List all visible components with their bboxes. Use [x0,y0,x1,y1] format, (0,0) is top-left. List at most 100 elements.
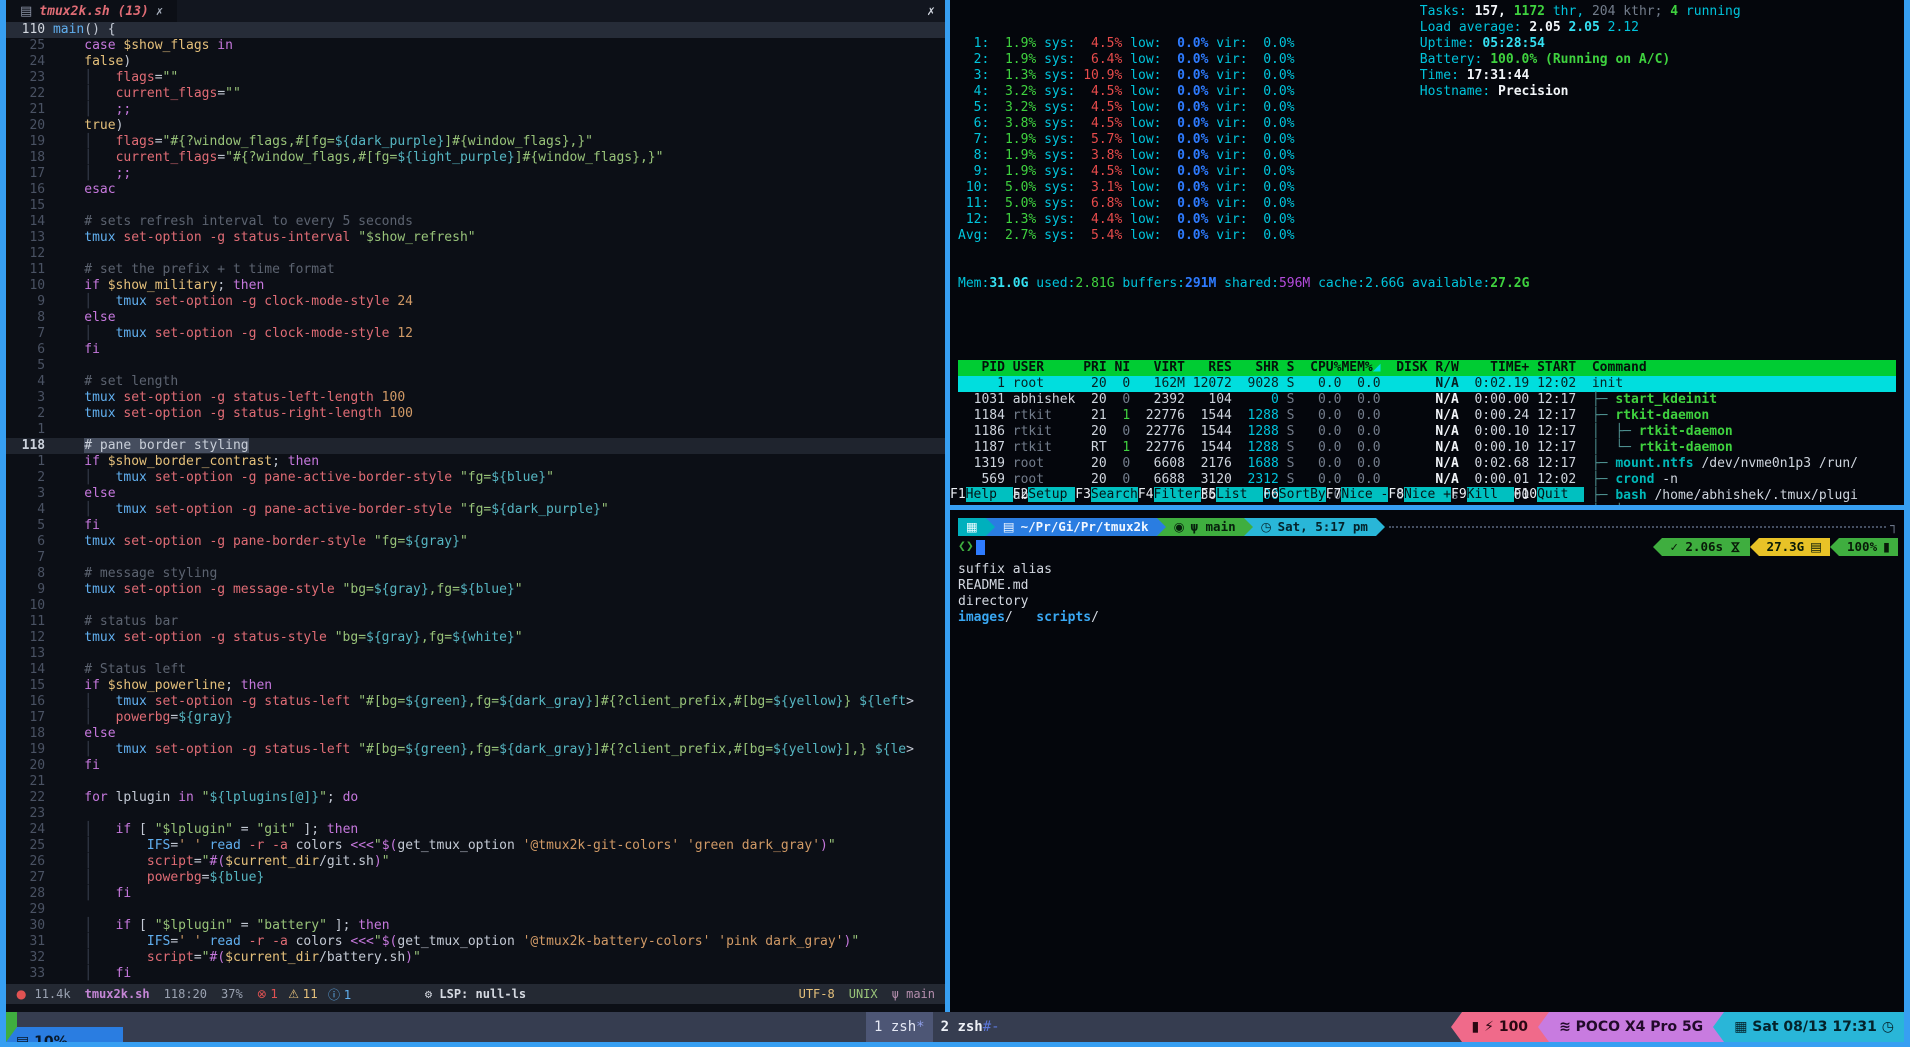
code-line: 28 │ fi [6,886,945,902]
code-line: 2 tmux set-option -g status-right-length… [6,406,945,422]
code-line: 19 │ tmux set-option -g status-left "#[b… [6,742,945,758]
code-line: 25 │ IFS=' ' read -r -a colors <<<"$(get… [6,838,945,854]
code-line: 19 │ flags="#{?window_flags,#[fg=${dark_… [6,134,945,150]
shell-prompt: ▦▤~/Pr/Gi/Pr/tmux2k◉ψ main◷Sat, 5:17 pm┐ [958,518,1898,536]
system-monitor-pane[interactable]: 1:1.9% sys:4.5% low:0.0% vir:0.0%2:1.9% … [950,0,1904,505]
cpu-meter-row: Avg:2.7% sys:5.4% low:0.0% vir:0.0% [958,228,1896,244]
code-line: 23 │ flags="" [6,70,945,86]
system-info: Tasks: 157, 1172 thr, 204 kthr; 4 runnin… [1420,4,1741,100]
fkey-f4[interactable]: F4Filter [1138,487,1201,503]
code-line: 2 │ tmux set-option -g pane-active-borde… [6,470,945,486]
fkey-f9[interactable]: F9Kill [1451,487,1514,503]
code-line: 17 │ ;; [6,166,945,182]
cpu-meter-row: 5:3.2% sys:4.5% low:0.0% vir:0.0% [958,100,1896,116]
pane-border-horizontal[interactable] [950,505,1904,510]
code-line: 16 esac [6,182,945,198]
prompt-arrows-icon: ❮❯ [958,539,974,555]
fkey-f3[interactable]: F3Search [1075,487,1138,503]
code-line: 12 [6,246,945,262]
code-line: 23 [6,806,945,822]
cpu-meter-row: 10:5.0% sys:3.1% low:0.0% vir:0.0% [958,180,1896,196]
fkey-f5[interactable]: F5List [1201,487,1264,503]
process-row[interactable]: 1186rtkit2002277615441288S0.00.0N/A0:00.… [958,424,1896,440]
file-icon: ▤ [20,4,32,19]
code-line: 6 fi [6,342,945,358]
code-line: 13 [6,646,945,662]
terminal-output: suffix aliasREADME.mddirectoryimages/ sc… [958,562,1898,626]
terminal-pane[interactable]: ▦▤~/Pr/Gi/Pr/tmux2k◉ψ main◷Sat, 5:17 pm┐… [950,510,1904,1012]
code-line: 26 │ script="#($current_dir/git.sh)" [6,854,945,870]
process-row[interactable]: 569root200668831202312S0.00.0N/A0:00.011… [958,472,1896,488]
code-line: 5 [6,358,945,374]
fkey-f7[interactable]: F7Nice - [1326,487,1389,503]
code-line: 7 │ tmux set-option -g clock-mode-style … [6,326,945,342]
code-line: 24 false) [6,54,945,70]
bar-segment: ▤ 10% [6,1027,123,1042]
code-line: 13 tmux set-option -g status-interval "$… [6,230,945,246]
tabbar-close-icon[interactable]: ✗ [927,4,935,19]
fkey-f10[interactable]: F10Quit [1514,487,1584,503]
file-format: UNIX [849,987,878,1001]
git-branch: ψ main [892,987,935,1001]
process-row[interactable]: 1187rtkitRT12277615441288S0.00.0N/A0:00.… [958,440,1896,456]
output-line: README.md [958,578,1898,594]
cpu-meter-row: 11:5.0% sys:6.8% low:0.0% vir:0.0% [958,196,1896,212]
info-row: Time: 17:31:44 [1420,68,1741,84]
code-line: 20 fi [6,758,945,774]
process-row[interactable]: 1184rtkit2112277615441288S0.00.0N/A0:00.… [958,408,1896,424]
code-line: 16 │ tmux set-option -g status-left "#[b… [6,694,945,710]
code-line: 11 # status bar [6,614,945,630]
bar-segment: ≋ POCO X4 Pro 5G [1549,1012,1713,1042]
fkey-f2[interactable]: F2Setup [1013,487,1076,503]
tab-close-icon[interactable]: ✗ [156,4,163,18]
prompt-status-ram: 27.3G▤ [1759,538,1830,556]
process-row[interactable]: 1319root200660821761688S0.00.0N/A0:02.68… [958,456,1896,472]
code-line: 12 tmux set-option -g status-style "bg=$… [6,630,945,646]
tmux-bar-right: ▮ ⚡ 100≋ POCO X4 Pro 5G▦ Sat 08/13 17:31… [1451,1012,1904,1042]
code-line: 1 if $show_border_contrast; then [6,454,945,470]
pane-border-left [0,0,6,1042]
process-row[interactable]: 1031abhishek20023921040S0.00.0N/A0:00.00… [958,392,1896,408]
code-line: 22 for lplugin in "${lplugins[@]}"; do [6,790,945,806]
process-row[interactable]: 1root200162M120729028S0.00.0N/A0:02.1912… [958,376,1896,392]
tmux-window-2[interactable]: 2 zsh#- [933,1019,1008,1035]
function-key-bar: F1Help F2Setup F3SearchF4FilterF5List F6… [950,487,1584,503]
code-line: 17 │ powerbg=${gray} [6,710,945,726]
code-line: 9 │ tmux set-option -g clock-mode-style … [6,294,945,310]
info-row: Battery: 100.0% (Running on A/C) [1420,52,1741,68]
code-line: 30 │ if [ "$lplugin" = "battery" ]; then [6,918,945,934]
code-line: 11 # set the prefix + t time format [6,262,945,278]
code-area[interactable]: 110 main() {25 case $show_flags in24 fal… [6,22,945,982]
bar-segment: ▦ Sat 08/13 17:31 ◷ [1724,1012,1904,1042]
fkey-f8[interactable]: F8Nice + [1388,487,1451,503]
code-line: 5 fi [6,518,945,534]
cpu-meter-row: 7:1.9% sys:5.7% low:0.0% vir:0.0% [958,132,1896,148]
process-table-header[interactable]: PIDUSERPRINIVIRTRESSHRSCPU%MEM%◢DISK R/W… [958,360,1896,376]
code-line: 14 # sets refresh interval to every 5 se… [6,214,945,230]
info-row: Hostname: Precision [1420,84,1741,100]
code-line: 1 [6,422,945,438]
code-line: 18 │ current_flags="#{?window_flags,#[fg… [6,150,945,166]
vim-statusline: ⚙ LSP: null-ls ● 11.4k tmux2k.sh 118:20 … [6,984,945,1004]
memory-row: Mem:31.0G used:2.81G buffers:291M shared… [958,276,1896,292]
code-line: 3 tmux set-option -g status-left-length … [6,390,945,406]
code-line: 15 [6,198,945,214]
fkey-f1[interactable]: F1Help [950,487,1013,503]
editor-tabbar: ▤ tmux2k.sh (13) ✗ ✗ [6,0,945,22]
tab-tmux2k[interactable]: ▤ tmux2k.sh (13) ✗ [6,0,177,22]
code-line: 20 true) [6,118,945,134]
info-row: Uptime: 05:28:54 [1420,36,1741,52]
tmux-window-list: 1 zsh*2 zsh#- [866,1012,1008,1042]
editor-pane[interactable]: ▤ tmux2k.sh (13) ✗ ✗ 110 main() {25 case… [6,0,945,1012]
tab-title: tmux2k.sh (13) [39,4,149,19]
code-line: 8 # message styling [6,566,945,582]
code-line: 4 # set length [6,374,945,390]
code-line: 10 [6,598,945,614]
output-line: directory [958,594,1898,610]
tmux-window-1[interactable]: 1 zsh* [866,1012,933,1042]
tmux-status-bar: ✈◉ main ψ▤ 10%▥ 2GB/30GB 1 zsh*2 zsh#- ▮… [6,1012,1904,1042]
fkey-f6[interactable]: F6SortBy [1263,487,1326,503]
process-table[interactable]: PIDUSERPRINIVIRTRESSHRSCPU%MEM%◢DISK R/W… [958,360,1896,505]
prompt-status-battery: 100%▮ [1839,538,1898,556]
code-line: 10 if $show_military; then [6,278,945,294]
